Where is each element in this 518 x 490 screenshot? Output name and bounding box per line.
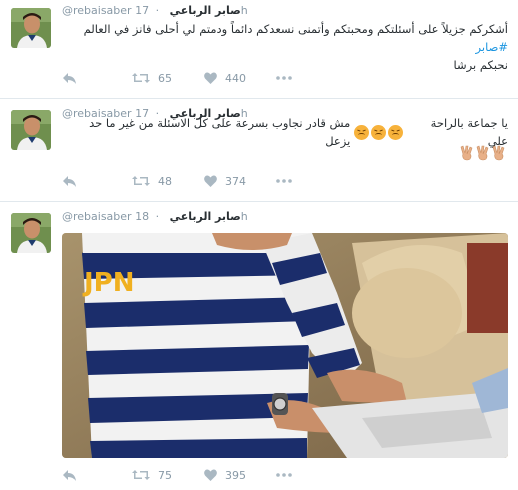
victory-hand-icon: [460, 145, 473, 161]
tweet-header: @rebaisaber صابر الرباعي · 17h: [62, 3, 248, 19]
like-button[interactable]: 374: [204, 175, 276, 188]
more-icon: [276, 179, 292, 183]
tweet-actions: 48 374: [62, 172, 292, 190]
tired-face-icon: [371, 124, 387, 140]
hashtag-link[interactable]: #صابر: [476, 40, 508, 54]
tired-face-icon: [388, 124, 404, 140]
user-fullname[interactable]: صابر الرباعي: [170, 210, 241, 223]
avatar[interactable]: [11, 110, 51, 150]
tweet-header: @rebaisaber صابر الرباعي · 18h: [62, 209, 248, 225]
avatar[interactable]: [11, 8, 51, 48]
more-button[interactable]: [276, 473, 292, 477]
tweet-text-part: مش قادر نجاوب بسرعة على كل الاسئلة من غي…: [89, 116, 351, 148]
retweet-button[interactable]: 65: [132, 72, 204, 85]
heart-icon: [204, 175, 217, 187]
tweet-text: مش قادر نجاوب بسرعة على كل الاسئلة من غي…: [62, 116, 508, 148]
reply-button[interactable]: [62, 469, 132, 482]
tweet-text-line: أشكركم جزيلاً على أسئلتكم ومحبتكم وأتمنى…: [62, 20, 508, 56]
victory-hands: [460, 145, 506, 161]
retweet-icon: [132, 176, 150, 186]
retweet-count: 48: [158, 174, 172, 188]
reply-button[interactable]: [62, 175, 132, 188]
reply-icon: [63, 72, 76, 84]
photo-image: JPN: [62, 233, 508, 458]
reply-icon: [63, 469, 76, 481]
tweet-actions: 65 440: [62, 69, 292, 87]
user-handle[interactable]: @rebaisaber: [62, 210, 132, 223]
tweet-actions: 75 395: [62, 466, 292, 484]
tweet-1[interactable]: @rebaisaber صابر الرباعي · 17h أشكركم جز…: [0, 0, 518, 99]
heart-icon: [204, 469, 217, 481]
heart-icon: [204, 72, 217, 84]
tired-face-icon: [354, 124, 370, 140]
retweet-count: 75: [158, 468, 172, 482]
more-icon: [276, 473, 292, 477]
retweet-button[interactable]: 75: [132, 469, 204, 482]
tweet-text: أشكركم جزيلاً على أسئلتكم ومحبتكم وأتمنى…: [62, 20, 508, 74]
separator-dot: ·: [155, 210, 160, 223]
tweet-3[interactable]: @rebaisaber صابر الرباعي · 18h JPN 75 39…: [0, 201, 518, 490]
retweet-button[interactable]: 48: [132, 175, 204, 188]
more-button[interactable]: [276, 179, 292, 183]
retweet-icon: [132, 470, 150, 480]
retweet-icon: [132, 73, 150, 83]
user-fullname[interactable]: صابر الرباعي: [170, 4, 241, 17]
like-count: 374: [225, 174, 246, 188]
more-button[interactable]: [276, 76, 292, 80]
separator-dot: ·: [155, 4, 160, 17]
like-count: 395: [225, 468, 246, 482]
shirt-text: JPN: [82, 268, 135, 298]
more-icon: [276, 76, 292, 80]
victory-hand-icon: [492, 145, 505, 161]
like-count: 440: [225, 71, 246, 85]
avatar[interactable]: [11, 213, 51, 253]
tweet-2[interactable]: @rebaisaber صابر الرباعي · 17h مش قادر ن…: [0, 98, 518, 202]
victory-hand-icon: [476, 145, 489, 161]
tweet-photo[interactable]: JPN: [62, 233, 508, 458]
like-button[interactable]: 440: [204, 72, 276, 85]
reply-icon: [63, 175, 76, 187]
retweet-count: 65: [158, 71, 172, 85]
reply-button[interactable]: [62, 72, 132, 85]
user-handle[interactable]: @rebaisaber: [62, 4, 132, 17]
like-button[interactable]: 395: [204, 469, 276, 482]
tweet-text-line1: أشكركم جزيلاً على أسئلتكم ومحبتكم وأتمنى…: [83, 22, 508, 36]
tired-face-emoji: [354, 124, 404, 140]
